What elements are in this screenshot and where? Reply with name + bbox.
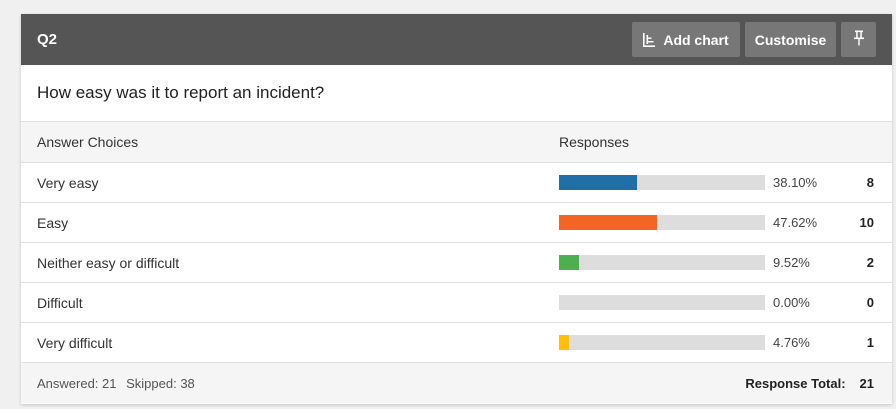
table-row: Very difficult 4.76% 1 (21, 323, 892, 363)
response-count: 0 (866, 295, 874, 310)
table-header: Answer Choices Responses (21, 122, 892, 163)
table-row: Neither easy or difficult 9.52% 2 (21, 243, 892, 283)
response-bar-track (559, 175, 765, 190)
response-bar-track (559, 295, 765, 310)
response-bar (559, 335, 569, 350)
response-bar (559, 255, 579, 270)
bar-chart-icon (643, 32, 656, 47)
answered-count: Answered: 21 (37, 375, 117, 391)
response-percent: 0.00% (773, 295, 810, 310)
response-bar (559, 175, 638, 190)
responses-header: Responses (559, 134, 630, 150)
table-row: Easy 47.62% 10 (21, 203, 892, 243)
customise-button[interactable]: Customise (745, 22, 836, 57)
answer-label: Neither easy or difficult (37, 254, 180, 271)
card-header: Q2 Add chart Customise (21, 14, 892, 65)
add-chart-button[interactable]: Add chart (632, 22, 740, 57)
answer-label: Easy (37, 214, 69, 231)
response-count: 2 (866, 255, 874, 270)
card-footer: Answered: 21 Skipped: 38 Response Total:… (21, 363, 892, 403)
table-row: Difficult 0.00% 0 (21, 283, 892, 323)
answer-choices-header: Answer Choices (37, 134, 139, 150)
response-rows: Very easy 38.10% 8 Easy 47.62% 10 Neither easy… (21, 163, 892, 363)
response-bar (559, 215, 658, 230)
response-percent: 38.10% (773, 175, 818, 190)
answer-label: Very easy (37, 174, 99, 191)
response-bar-track (559, 215, 765, 230)
response-count: 8 (866, 175, 874, 190)
response-total-value: 21 (859, 375, 874, 391)
answer-label: Very difficult (37, 334, 113, 351)
response-count: 1 (866, 335, 874, 350)
response-percent: 9.52% (773, 255, 810, 270)
pin-icon (853, 30, 865, 49)
pin-button[interactable] (841, 22, 876, 57)
response-count: 10 (859, 215, 874, 230)
response-percent: 4.76% (773, 335, 810, 350)
response-percent: 47.62% (773, 215, 818, 230)
skipped-count: Skipped: 38 (126, 375, 195, 391)
response-total-label: Response Total: (745, 375, 846, 391)
response-bar-track (559, 335, 765, 350)
table-row: Very easy 38.10% 8 (21, 163, 892, 203)
question-text: How easy was it to report an incident? (21, 65, 892, 122)
add-chart-label: Add chart (663, 31, 729, 48)
answered-skipped: Answered: 21 Skipped: 38 (37, 376, 195, 391)
response-bar-track (559, 255, 765, 270)
question-card: Q2 Add chart Customise How easy was it t… (21, 14, 892, 404)
question-number: Q2 (37, 31, 58, 48)
answer-label: Difficult (37, 294, 83, 311)
response-total: Response Total: 21 (745, 376, 874, 391)
